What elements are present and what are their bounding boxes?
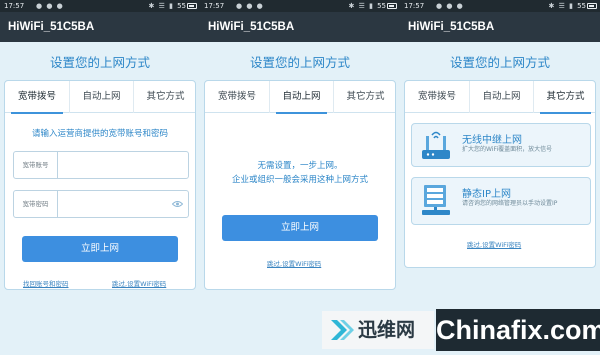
option-title: 无线中继上网 (462, 135, 522, 146)
tab-other[interactable]: 其它方式 (533, 81, 597, 114)
tab-broadband[interactable]: 宽带拨号 (205, 81, 269, 113)
screen-auto: 17:57 ● ● ● ✱ ☰ ▮ 55 HiWiFi_51C5BA 设置您的上… (200, 0, 400, 355)
skip-wifi-link[interactable]: 跳过,设置WiFi密码 (112, 278, 166, 288)
status-time: 17:57 (204, 2, 225, 10)
app-title: HiWiFi_51C5BA (200, 12, 400, 42)
connect-button[interactable]: 立即上网 (22, 236, 178, 262)
password-input[interactable] (60, 193, 170, 215)
recover-account-link[interactable]: 找回账号和密码 (23, 278, 69, 288)
broadband-prompt: 请输入运营商提供的宽带账号和密码 (31, 129, 168, 139)
option-title: 静态IP上网 (462, 189, 511, 200)
eye-icon[interactable] (172, 200, 183, 208)
account-field: 宽带账号 (13, 151, 189, 179)
status-time: 17:57 (404, 2, 425, 10)
status-bar: 17:57 ● ● ● ✱ ☰ ▮ 55 (200, 0, 400, 12)
option-description: 请咨询您的网络管理员以手动设置IP (462, 200, 558, 207)
signal-icons: ✱ ☰ ▮ (548, 2, 574, 10)
account-label: 宽带账号 (14, 152, 58, 178)
chevron-logo-icon (331, 320, 354, 340)
page-heading: 设置您的上网方式 (449, 55, 550, 70)
watermark-logo: 迅维网 (322, 311, 434, 349)
page-heading: 设置您的上网方式 (249, 55, 350, 70)
tab-bar: 宽带拨号 自动上网 其它方式 (405, 81, 597, 114)
status-bar: 17:57 ● ● ● ✱ ☰ ▮ 55 (0, 0, 200, 12)
watermark-logo-text: 迅维网 (358, 319, 416, 341)
skip-wifi-link[interactable]: 跳过,设置WiFi密码 (467, 239, 521, 249)
connect-button[interactable]: 立即上网 (222, 215, 378, 241)
option-static-ip[interactable]: 静态IP上网 请咨询您的网络管理员以手动设置IP (411, 177, 591, 225)
auto-description-line2: 企业或组织一般会采用这种上网方式 (231, 175, 368, 185)
account-input[interactable] (60, 154, 170, 176)
tab-auto[interactable]: 自动上网 (269, 81, 333, 114)
status-time: 17:57 (4, 2, 25, 10)
battery-level: 55 (377, 2, 386, 10)
app-title: HiWiFi_51C5BA (0, 12, 200, 42)
tab-broadband[interactable]: 宽带拨号 (405, 81, 469, 113)
setup-card: 宽带拨号 自动上网 其它方式 无线中继上网 扩大您的WiFi覆盖面积，放大信号 (404, 80, 596, 268)
page-heading: 设置您的上网方式 (49, 55, 150, 70)
battery-icon (187, 3, 197, 9)
network-server-icon (422, 185, 450, 215)
tab-broadband[interactable]: 宽带拨号 (5, 81, 69, 114)
option-wireless-repeater[interactable]: 无线中继上网 扩大您的WiFi覆盖面积，放大信号 (411, 123, 591, 167)
password-field: 宽带密码 (13, 190, 189, 218)
setup-card: 宽带拨号 自动上网 其它方式 无需设置，一步上网。 企业或组织一般会采用这种上网… (204, 80, 396, 290)
signal-icons: ✱ ☰ ▮ (148, 2, 174, 10)
screen-broadband: 17:57 ● ● ● ✱ ☰ ▮ 55 HiWiFi_51C5BA 设置您的上… (0, 0, 200, 355)
tab-auto[interactable]: 自动上网 (469, 81, 533, 113)
tab-bar: 宽带拨号 自动上网 其它方式 (205, 81, 397, 114)
battery-level: 55 (577, 2, 586, 10)
battery-icon (387, 3, 397, 9)
router-repeater-icon (422, 131, 450, 159)
notification-icons: ● ● ● (236, 2, 264, 10)
battery-icon (587, 3, 597, 9)
screen-other: 17:57 ● ● ● ✱ ☰ ▮ 55 HiWiFi_51C5BA 设置您的上… (400, 0, 600, 355)
setup-card: 宽带拨号 自动上网 其它方式 请输入运营商提供的宽带账号和密码 宽带账号 宽带密… (4, 80, 196, 290)
tab-other[interactable]: 其它方式 (133, 81, 197, 113)
tab-auto[interactable]: 自动上网 (69, 81, 133, 113)
password-label: 宽带密码 (14, 191, 58, 217)
option-description: 扩大您的WiFi覆盖面积，放大信号 (462, 146, 553, 153)
signal-icons: ✱ ☰ ▮ (348, 2, 374, 10)
status-bar: 17:57 ● ● ● ✱ ☰ ▮ 55 (400, 0, 600, 12)
app-title: HiWiFi_51C5BA (400, 12, 600, 42)
skip-wifi-link[interactable]: 跳过,设置WiFi密码 (267, 258, 321, 268)
auto-description-line1: 无需设置，一步上网。 (257, 161, 343, 171)
battery-level: 55 (177, 2, 186, 10)
tab-bar: 宽带拨号 自动上网 其它方式 (5, 81, 197, 114)
tab-other[interactable]: 其它方式 (333, 81, 397, 113)
watermark-site: Chinafix.com (436, 309, 600, 351)
notification-icons: ● ● ● (436, 2, 464, 10)
notification-icons: ● ● ● (36, 2, 64, 10)
